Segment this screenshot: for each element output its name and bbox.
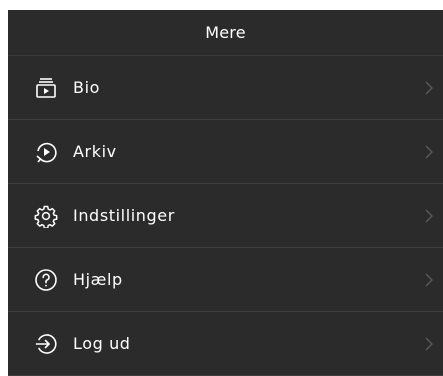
help-icon: [32, 266, 60, 294]
menu-list: Bio Arkiv Indstillinger Hjælp Log ud: [8, 56, 443, 376]
chevron-right-icon: [425, 209, 433, 222]
menu-item-log-ud[interactable]: Log ud: [8, 312, 443, 376]
more-menu-panel: Mere Bio Arkiv Indstillinger Hjælp Log u…: [8, 10, 443, 376]
menu-item-label: Hjælp: [73, 270, 123, 289]
chevron-right-icon: [425, 273, 433, 286]
gear-icon: [32, 202, 60, 230]
chevron-right-icon: [425, 145, 433, 158]
menu-item-indstillinger[interactable]: Indstillinger: [8, 184, 443, 248]
menu-item-label: Bio: [73, 78, 101, 97]
menu-item-label: Arkiv: [73, 142, 117, 161]
menu-item-label: Log ud: [73, 334, 131, 353]
archive-icon: [32, 138, 60, 166]
menu-item-arkiv[interactable]: Arkiv: [8, 120, 443, 184]
menu-title: Mere: [205, 23, 246, 42]
menu-item-hjaelp[interactable]: Hjælp: [8, 248, 443, 312]
chevron-right-icon: [425, 337, 433, 350]
menu-header: Mere: [8, 10, 443, 56]
menu-item-label: Indstillinger: [73, 206, 175, 225]
chevron-right-icon: [425, 81, 433, 94]
cinema-icon: [32, 74, 60, 102]
logout-icon: [32, 330, 60, 358]
menu-item-bio[interactable]: Bio: [8, 56, 443, 120]
